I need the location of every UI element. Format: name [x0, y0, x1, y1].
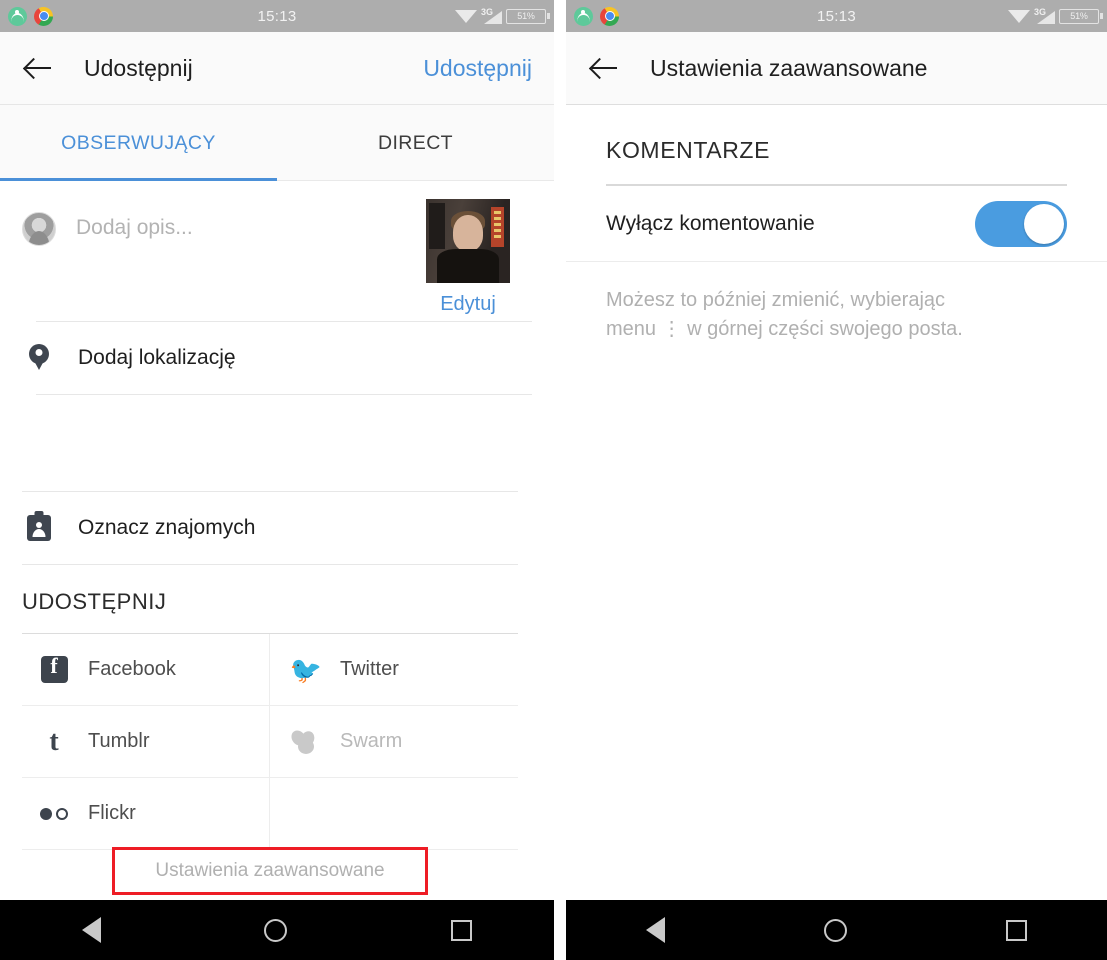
- battery-icon: 51%: [506, 8, 550, 24]
- thumbnail-poster: [491, 207, 504, 247]
- swarm-icon: [288, 727, 324, 754]
- screen-separator: [554, 0, 566, 960]
- dual-screenshot-container: 15:13 3G 51% Udostępnij Udostępnij OBSER…: [0, 0, 1107, 960]
- share-item-swarm[interactable]: Swarm: [270, 706, 518, 778]
- nav-home-icon[interactable]: [264, 918, 288, 942]
- advanced-settings-label: Ustawienia zaawansowane: [155, 860, 385, 881]
- tag-friends-label: Oznacz znajomych: [78, 516, 256, 539]
- post-thumbnail-wrap: Edytuj: [426, 199, 510, 316]
- share-item-label: Tumblr: [88, 730, 150, 752]
- left-content: Dodaj opis... Edytuj Dodaj lokalizację O…: [0, 181, 554, 900]
- add-location-label: Dodaj lokalizację: [78, 346, 236, 369]
- status-bar-indicators: 3G 51%: [1008, 6, 1103, 24]
- tab-direct[interactable]: DIRECT: [277, 105, 554, 181]
- left-app-bar: Udostępnij Udostępnij: [0, 32, 554, 105]
- tab-obserwujacy[interactable]: OBSERWUJĄCY: [0, 105, 277, 181]
- list-item-add-location[interactable]: Dodaj lokalizację: [0, 322, 554, 394]
- right-app-bar: Ustawienia zaawansowane: [566, 32, 1107, 105]
- disable-comments-toggle[interactable]: [975, 200, 1067, 247]
- back-arrow-icon[interactable]: [588, 51, 622, 85]
- status-bar-right: 15:13 3G 51%: [566, 0, 1107, 32]
- tumblr-icon: t: [49, 725, 59, 757]
- share-grid-empty-cell: [270, 778, 518, 850]
- right-content: KOMENTARZE Wyłącz komentowanie Możesz to…: [566, 105, 1107, 900]
- share-action-button[interactable]: Udostępnij: [423, 55, 532, 82]
- share-item-label: Twitter: [340, 658, 399, 680]
- share-item-tumblr[interactable]: t Tumblr: [22, 706, 270, 778]
- page-title: Udostępnij: [84, 54, 193, 81]
- network-type-label: 3G: [1034, 6, 1047, 17]
- location-pin-icon: [22, 344, 56, 372]
- advanced-settings-wrap: Ustawienia zaawansowane: [0, 842, 554, 900]
- thumbnail-person-head: [453, 215, 483, 251]
- avatar: [22, 212, 56, 246]
- disable-comments-row[interactable]: Wyłącz komentowanie: [566, 186, 1107, 262]
- comments-help-text: Możesz to później zmienić, wybierając me…: [606, 289, 963, 340]
- nav-back-icon[interactable]: [81, 917, 101, 943]
- nav-back-icon[interactable]: [645, 917, 665, 943]
- thumbnail-person-body: [437, 249, 499, 283]
- facebook-icon: [36, 653, 72, 683]
- list-item-tag-friends[interactable]: Oznacz znajomych: [0, 492, 554, 564]
- back-arrow-icon[interactable]: [22, 51, 56, 85]
- battery-icon: 51%: [1059, 8, 1103, 24]
- status-bar-indicators: 3G 51%: [455, 6, 550, 24]
- android-nav-bar-right: [566, 900, 1107, 960]
- wifi-icon: [1008, 9, 1030, 24]
- caption-input[interactable]: Dodaj opis...: [76, 216, 193, 321]
- tag-friends-icon: [22, 515, 56, 541]
- post-thumbnail[interactable]: [426, 199, 510, 283]
- wifi-icon: [455, 9, 477, 24]
- tab-bar: OBSERWUJĄCY DIRECT: [0, 105, 554, 181]
- status-bar-left: 15:13 3G 51%: [0, 0, 554, 32]
- share-grid: Facebook 🐦 Twitter t Tumblr Swarm: [22, 633, 518, 850]
- twitter-icon: 🐦: [289, 654, 323, 685]
- share-item-label: Facebook: [88, 658, 176, 680]
- share-item-flickr[interactable]: Flickr: [22, 778, 270, 850]
- share-item-label: Flickr: [88, 802, 136, 824]
- share-item-facebook[interactable]: Facebook: [22, 634, 270, 706]
- advanced-settings-button[interactable]: Ustawienia zaawansowane: [112, 847, 428, 895]
- network-type-label: 3G: [481, 6, 494, 17]
- edit-photo-link[interactable]: Edytuj: [426, 293, 510, 316]
- cellular-signal-icon: 3G: [481, 6, 502, 24]
- nav-recents-icon[interactable]: [451, 919, 473, 941]
- nav-recents-icon[interactable]: [1006, 919, 1028, 941]
- caption-row: Dodaj opis... Edytuj: [0, 181, 554, 321]
- cellular-signal-icon: 3G: [1034, 6, 1055, 24]
- thumbnail-shelf: [429, 203, 445, 249]
- share-item-label: Swarm: [340, 730, 403, 752]
- nav-home-icon[interactable]: [823, 918, 847, 942]
- android-nav-bar-left: [0, 900, 554, 960]
- share-section-heading: UDOSTĘPNIJ: [22, 589, 167, 614]
- comments-section-heading: KOMENTARZE: [606, 137, 771, 163]
- page-title: Ustawienia zaawansowane: [650, 54, 928, 81]
- toggle-knob: [1024, 203, 1064, 244]
- flickr-icon: [36, 807, 72, 820]
- share-item-twitter[interactable]: 🐦 Twitter: [270, 634, 518, 706]
- disable-comments-label: Wyłącz komentowanie: [606, 211, 815, 235]
- left-phone-screen: 15:13 3G 51% Udostępnij Udostępnij OBSER…: [0, 0, 554, 960]
- right-phone-screen: 15:13 3G 51% Ustawienia zaawansowane KOM…: [566, 0, 1107, 960]
